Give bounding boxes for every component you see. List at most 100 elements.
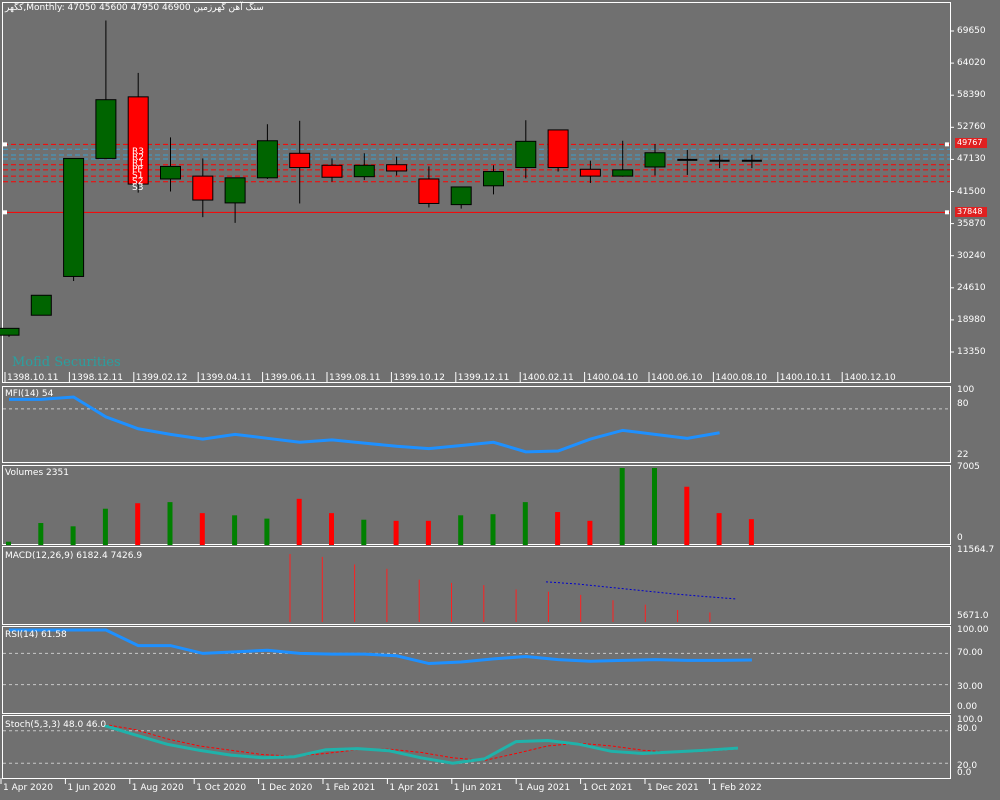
time-label: 1 Oct 2020: [196, 783, 247, 793]
pane-border: [2, 546, 951, 625]
date-label: 1400.06.10: [651, 373, 703, 383]
price-axis-label: 35870: [957, 218, 986, 229]
date-label: 1399.12.11: [457, 373, 510, 383]
price-axis-label: 69650: [957, 26, 986, 36]
time-label: 1 Feb 2022: [711, 783, 762, 793]
pane-border: [2, 2, 951, 383]
time-label: 1 Aug 2020: [131, 783, 184, 793]
indicator-axis-label: 0.0: [957, 768, 972, 778]
volume-bar: [6, 541, 11, 545]
date-label: 1400.12.10: [844, 373, 896, 383]
indicator-axis-label: 30.00: [957, 682, 983, 692]
symbol-label: کگهر,Monthly:: [5, 3, 65, 13]
time-label: 1 Apr 2021: [389, 783, 440, 793]
instrument-name: سنگ آهن گهرزمین: [193, 3, 264, 13]
volumes-label: Volumes 2351: [5, 468, 69, 478]
price-axis-label: 47130: [957, 154, 986, 165]
volume-bar: [425, 520, 431, 545]
date-label: 1400.02.11: [522, 373, 574, 383]
date-label: 1400.08.10: [715, 373, 767, 383]
pane-border: [2, 465, 951, 545]
price-axis-label: 64020: [957, 58, 986, 69]
date-label: 1400.04.10: [586, 373, 639, 383]
indicator-axis-label: 0.00: [957, 702, 978, 712]
date-label: 1400.10.11: [779, 373, 832, 383]
indicator-axis-label: 11564.7: [957, 545, 995, 555]
volume-bar: [748, 519, 754, 545]
pivot-label: S3: [132, 183, 144, 193]
time-label: 1 Oct 2021: [582, 783, 633, 793]
line-handle: [945, 142, 949, 147]
candle-body: [224, 177, 246, 204]
volume-bar: [490, 514, 496, 545]
mfi-label: MFI(14) 54: [5, 389, 54, 399]
watermark: Mofid Securities: [12, 355, 121, 370]
volume-bar: [199, 513, 205, 545]
chart-canvas[interactable]: [0, 0, 1000, 800]
macd-signal-line: [545, 581, 737, 600]
volume-bar: [458, 515, 464, 545]
chart-header: کگهر,Monthly: 47050 45600 47950 46900 سن…: [5, 3, 264, 14]
price-axis-label: 13350: [957, 347, 986, 357]
indicator-axis-label: 5671.0: [957, 611, 989, 621]
time-label: 1 Jun 2021: [453, 783, 503, 793]
volume-bar: [38, 523, 44, 545]
line-handle: [3, 142, 7, 147]
candle-body: [483, 171, 504, 187]
volume-bar: [361, 519, 367, 545]
stoch-label: Stoch(5,3,3) 48.0 46.0: [5, 720, 107, 730]
volume-bar: [232, 515, 238, 545]
time-label: 1 Apr 2020: [3, 783, 53, 793]
pane-border: [2, 626, 951, 714]
line-handle: [945, 210, 949, 215]
volume-bar: [167, 502, 173, 545]
indicator-axis-label: 100.00: [957, 625, 989, 635]
volume-bar: [652, 468, 657, 545]
candle-body: [30, 294, 52, 316]
time-label: 1 Dec 2020: [260, 783, 313, 793]
candle-body: [612, 169, 634, 177]
candle-body: [0, 327, 20, 336]
indicator-axis-label: 80.0: [957, 724, 978, 734]
volume-bar: [264, 518, 270, 545]
time-label: 1 Jun 2020: [67, 783, 116, 793]
candle-body: [515, 140, 537, 169]
time-label: 1 Feb 2021: [325, 783, 376, 793]
date-label: 1399.02.12: [135, 373, 188, 383]
price-axis-label: 24610: [957, 282, 986, 293]
time-label: 1 Dec 2021: [647, 783, 699, 793]
candle-body: [644, 152, 666, 168]
volume-bar: [619, 468, 625, 545]
mfi-line: [9, 395, 720, 454]
price-axis-label: 52760: [957, 122, 986, 133]
rsi-line: [9, 628, 752, 666]
indicator-axis-label: 22: [957, 450, 969, 460]
candle-body: [579, 168, 601, 177]
indicator-axis-label: 7005: [957, 462, 980, 472]
candle-body: [256, 140, 278, 179]
date-label: 1398.10.11: [7, 373, 59, 383]
time-label: 1 Aug 2021: [518, 783, 571, 793]
pane-border: [2, 715, 951, 779]
volume-bar: [555, 512, 561, 545]
volume-bar: [102, 508, 108, 545]
volume-bar: [684, 486, 690, 545]
price-tag-upper: 49767: [955, 138, 987, 148]
volume-bar: [393, 520, 399, 545]
price-axis-label: 58390: [957, 90, 986, 101]
candle-body: [95, 99, 117, 159]
candle-body: [386, 164, 408, 172]
line-handle: [3, 210, 7, 215]
stoch-main-line: [103, 723, 739, 765]
candle-body: [353, 164, 375, 178]
date-label: 1399.06.11: [264, 373, 317, 383]
volume-bar: [70, 526, 76, 545]
rsi-label: RSI(14) 61.58: [5, 630, 67, 640]
volume-bar: [522, 502, 528, 545]
volume-bar: [587, 520, 593, 545]
price-axis-label: 18980: [957, 314, 986, 325]
indicator-axis-label: 70.00: [957, 648, 983, 658]
date-label: 1399.08.11: [329, 373, 381, 383]
candle-body: [547, 129, 569, 169]
macd-label: MACD(12,26,9) 6182.4 7426.9: [5, 551, 143, 561]
